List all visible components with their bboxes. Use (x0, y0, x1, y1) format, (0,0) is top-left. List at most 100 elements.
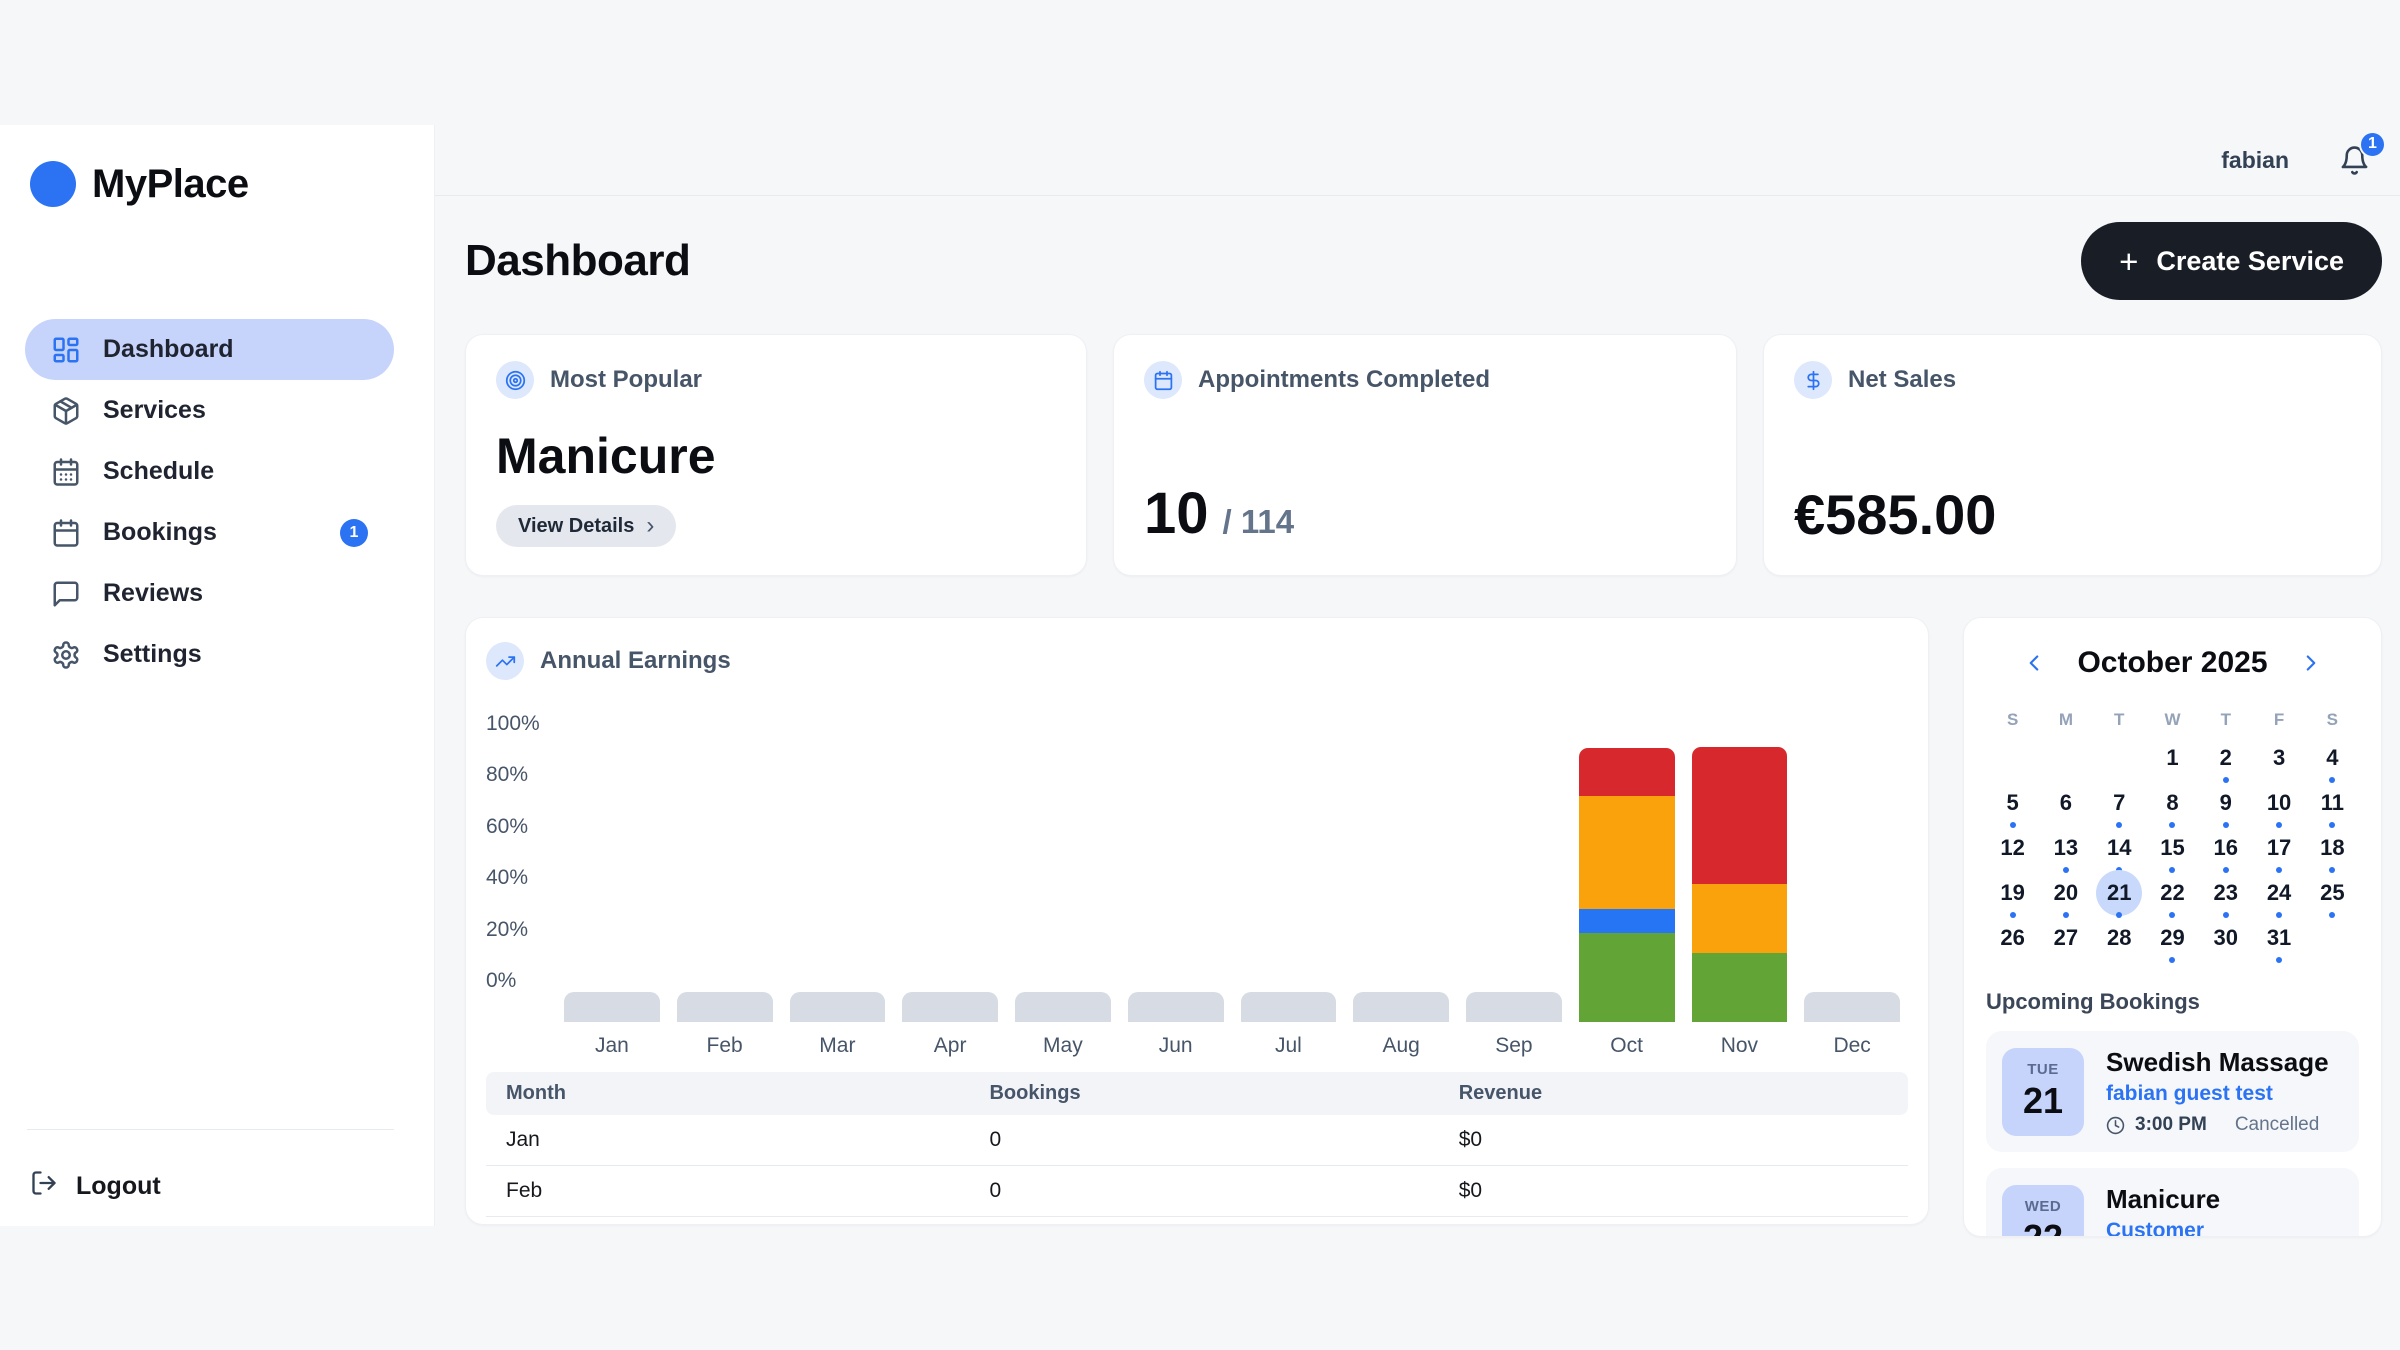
calendar-day-23[interactable]: 23 (2199, 877, 2252, 922)
calendar-day-empty (1986, 742, 2039, 787)
sidebar-item-services[interactable]: Services (25, 380, 394, 441)
bar-jun (1128, 992, 1224, 1022)
table-cell: 0 (969, 1115, 1438, 1166)
table-cell: Mar (486, 1217, 969, 1226)
calendar-day-number: 31 (2262, 922, 2296, 954)
calendar-prev-button[interactable] (2021, 650, 2047, 676)
trend-up-icon (486, 642, 524, 680)
bar-aug (1353, 992, 1449, 1022)
booking-dot (2169, 822, 2175, 828)
calendar-day-21[interactable]: 21 (2093, 877, 2146, 922)
earnings-table-header: Bookings (969, 1072, 1438, 1115)
sidebar-item-settings[interactable]: Settings (25, 624, 394, 685)
booking-dot (2116, 822, 2122, 828)
bar-placeholder (1128, 992, 1224, 1022)
booking-meta: 3:00 PMCancelled (2106, 1114, 2329, 1136)
bar-segment-green (1692, 953, 1788, 1022)
calendar-day-27[interactable]: 27 (2039, 922, 2092, 967)
bar-apr (902, 992, 998, 1022)
sidebar-item-schedule[interactable]: Schedule (25, 441, 394, 502)
calendar-day-number: 29 (2155, 922, 2189, 954)
table-row: Feb0$0 (486, 1166, 1908, 1217)
calendar-day-20[interactable]: 20 (2039, 877, 2092, 922)
calendar-day-9[interactable]: 9 (2199, 787, 2252, 832)
calendar-day-17[interactable]: 17 (2252, 832, 2305, 877)
calendar-day-number: 30 (2209, 922, 2243, 954)
sidebar-item-label: Reviews (103, 579, 203, 608)
calendar-day-12[interactable]: 12 (1986, 832, 2039, 877)
booking-date-chip: TUE21 (2002, 1048, 2084, 1136)
view-details-button[interactable]: View Details › (496, 505, 676, 547)
sidebar-item-bookings[interactable]: Bookings1 (25, 502, 394, 563)
table-cell: $0 (1439, 1115, 1908, 1166)
calendar-day-4[interactable]: 4 (2306, 742, 2359, 787)
calendar-day-29[interactable]: 29 (2146, 922, 2199, 967)
booking-details: ManicureCustomer2:00 AMPending (2106, 1184, 2305, 1237)
topbar: fabian 1 (435, 125, 2400, 196)
most-popular-value: Manicure (496, 427, 716, 485)
calendar-day-3[interactable]: 3 (2252, 742, 2305, 787)
calendar-day-number: 23 (2209, 877, 2243, 909)
calendar-day-6[interactable]: 6 (2039, 787, 2092, 832)
stats-row: Most Popular Manicure View Details › App… (465, 334, 2382, 576)
calendar-day-16[interactable]: 16 (2199, 832, 2252, 877)
booking-customer-link[interactable]: Customer (2106, 1219, 2305, 1237)
calendar-day-30[interactable]: 30 (2199, 922, 2252, 967)
calendar-day-13[interactable]: 13 (2039, 832, 2092, 877)
x-axis-label: Aug (1353, 1034, 1449, 1058)
calendar-next-button[interactable] (2298, 650, 2324, 676)
sidebar-item-dashboard[interactable]: Dashboard (25, 319, 394, 380)
booking-item[interactable]: WED22 ManicureCustomer2:00 AMPending (1986, 1168, 2359, 1237)
booking-title: Swedish Massage (2106, 1047, 2329, 1078)
calendar-day-15[interactable]: 15 (2146, 832, 2199, 877)
calendar-day-8[interactable]: 8 (2146, 787, 2199, 832)
y-axis-tick: 20% (486, 918, 528, 942)
booking-day: 22 (2023, 1217, 2063, 1237)
calendar-day-26[interactable]: 26 (1986, 922, 2039, 967)
calendar-day-number: 13 (2049, 832, 2083, 864)
booking-customer-link[interactable]: fabian guest test (2106, 1082, 2329, 1106)
sidebar-item-reviews[interactable]: Reviews (25, 563, 394, 624)
calendar-day-number: 25 (2315, 877, 2349, 909)
calendar-day-number: 10 (2262, 787, 2296, 819)
table-cell: $0 (1439, 1166, 1908, 1217)
calendar-day-24[interactable]: 24 (2252, 877, 2305, 922)
bar-segment-orange (1692, 884, 1788, 953)
notifications-button[interactable]: 1 (2339, 145, 2370, 176)
calendar-card: October 2025 SMTWTFS 1234567891011121314… (1963, 617, 2382, 1237)
booking-dot (2329, 867, 2335, 873)
sidebar-item-label: Services (103, 396, 206, 425)
booking-date-chip: WED22 (2002, 1185, 2084, 1238)
calendar-day-31[interactable]: 31 (2252, 922, 2305, 967)
calendar-day-7[interactable]: 7 (2093, 787, 2146, 832)
calendar-day-11[interactable]: 11 (2306, 787, 2359, 832)
y-axis-tick: 40% (486, 866, 528, 890)
brand-name: MyPlace (92, 162, 249, 207)
calendar-day-2[interactable]: 2 (2199, 742, 2252, 787)
booking-item[interactable]: TUE21 Swedish Massage fabian guest test 3:0… (1986, 1031, 2359, 1152)
brand-logo-dot-icon (30, 161, 76, 207)
calendar-day-19[interactable]: 19 (1986, 877, 2039, 922)
create-service-button[interactable]: + Create Service (2081, 222, 2382, 300)
bar-placeholder (790, 992, 886, 1022)
earnings-table-header-row: MonthBookingsRevenue (486, 1072, 1908, 1115)
view-details-label: View Details (518, 515, 634, 538)
calendar-day-1[interactable]: 1 (2146, 742, 2199, 787)
calendar-day-18[interactable]: 18 (2306, 832, 2359, 877)
calendar-day-28[interactable]: 28 (2093, 922, 2146, 967)
logout-button[interactable]: Logout (30, 1169, 161, 1204)
calendar-day-number: 6 (2049, 787, 2083, 819)
net-sales-label: Net Sales (1848, 366, 1956, 394)
username[interactable]: fabian (2221, 147, 2289, 174)
calendar-day-5[interactable]: 5 (1986, 787, 2039, 832)
calendar-days-icon (51, 457, 81, 487)
x-axis-label: Dec (1804, 1034, 1900, 1058)
sidebar: MyPlace Dashboard Services ScheduleBooking… (0, 125, 435, 1226)
calendar-day-22[interactable]: 22 (2146, 877, 2199, 922)
table-cell: 0 (969, 1166, 1438, 1217)
bar-may (1015, 992, 1111, 1022)
calendar-day-number (2315, 922, 2349, 954)
calendar-day-10[interactable]: 10 (2252, 787, 2305, 832)
x-axis-label: Sep (1466, 1034, 1562, 1058)
calendar-day-25[interactable]: 25 (2306, 877, 2359, 922)
